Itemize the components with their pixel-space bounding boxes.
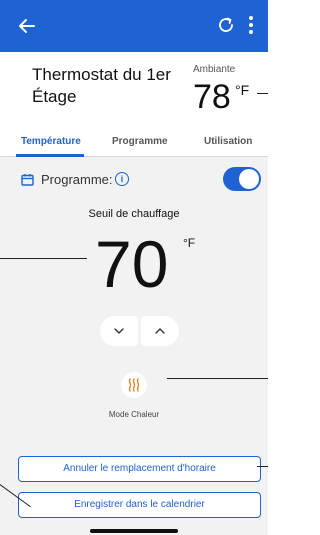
calendar-icon (21, 174, 34, 186)
mode-label: Mode Chaleur (108, 410, 160, 419)
annotation-line-mode (167, 378, 268, 379)
ambient-label: Ambiante (193, 64, 236, 75)
annotation-line-ambient (257, 93, 268, 94)
ambient-unit: °F (235, 82, 250, 98)
cancel-schedule-override-button[interactable]: Annuler le remplacement d'horaire (18, 456, 261, 482)
tab-schedule[interactable]: Programme (112, 136, 168, 147)
top-app-bar (0, 0, 268, 52)
home-indicator (90, 529, 178, 533)
schedule-label: Programme: (41, 172, 113, 187)
ambient-temperature: 78 (193, 78, 231, 116)
chevron-down-icon (114, 328, 124, 334)
heat-setpoint-label: Seuil de chauffage (88, 208, 180, 220)
heat-mode-button[interactable] (121, 372, 147, 398)
toggle-knob (239, 169, 259, 189)
heat-setpoint-unit: °F (183, 236, 196, 250)
heat-waves-icon (128, 378, 140, 392)
tab-bar: Température Programme Utilisation (0, 126, 268, 157)
more-vertical-icon[interactable] (247, 14, 255, 36)
info-icon[interactable]: i (115, 172, 129, 186)
tab-temperature[interactable]: Température (21, 136, 81, 147)
tab-usage[interactable]: Utilisation (204, 136, 252, 147)
thermostat-header: Thermostat du 1er Étage Ambiante 78 °F (0, 52, 268, 126)
increase-setpoint-button[interactable] (141, 316, 179, 346)
annotation-line-setpoint (0, 258, 87, 259)
back-arrow-icon[interactable] (17, 16, 37, 36)
decrease-setpoint-button[interactable] (100, 316, 138, 346)
save-to-calendar-button[interactable]: Enregistrer dans le calendrier (18, 492, 261, 518)
schedule-toggle[interactable] (223, 167, 261, 191)
annotation-line-cancel (257, 466, 268, 467)
page-title: Thermostat du 1er Étage (32, 65, 171, 106)
refresh-icon[interactable] (217, 16, 235, 34)
heat-setpoint-value: 70 (95, 227, 169, 301)
chevron-up-icon (155, 328, 165, 334)
